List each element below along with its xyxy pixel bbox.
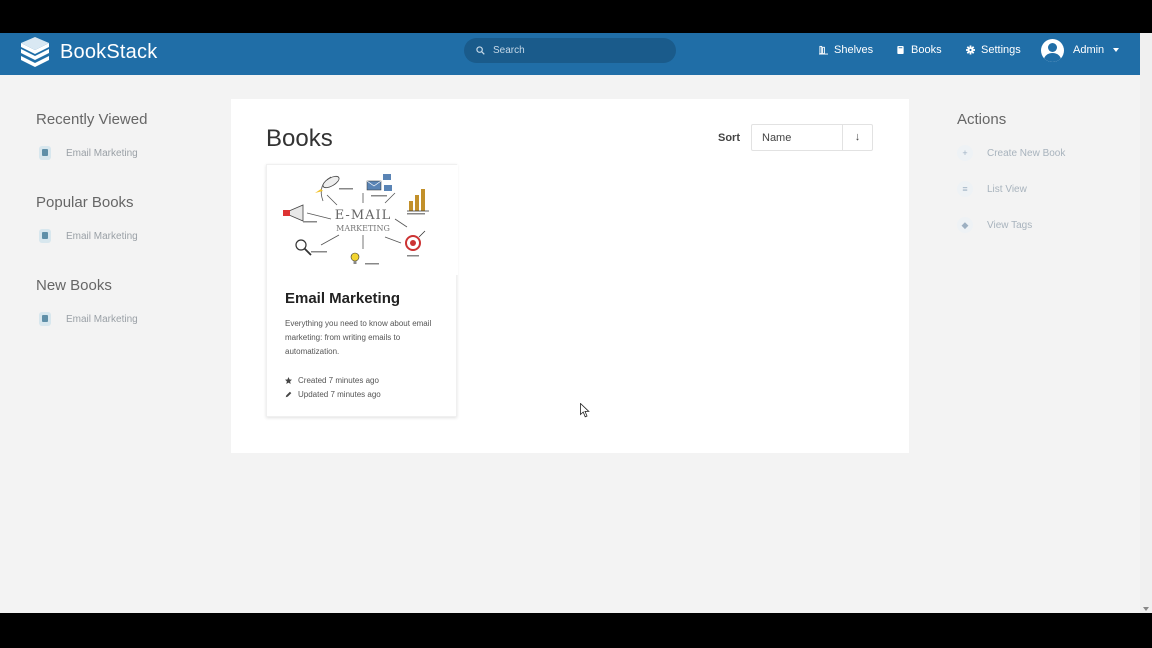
left-sidebar: Recently Viewed Email Marketing Popular … <box>36 111 216 360</box>
main-content: Books Sort Name ↓ E-MAIL MARKETING Email… <box>231 99 909 453</box>
book-created-meta: Created 7 minutes ago <box>285 376 379 385</box>
recently-viewed-item[interactable]: Email Marketing <box>36 145 216 161</box>
search-bar[interactable] <box>464 38 676 63</box>
user-name: Admin <box>1073 44 1105 56</box>
book-created-text: Created 7 minutes ago <box>298 376 379 385</box>
book-updated-meta: Updated 7 minutes ago <box>285 390 381 399</box>
new-book-item[interactable]: Email Marketing <box>36 311 216 327</box>
tag-icon: ◆ <box>957 217 973 233</box>
right-sidebar: Actions + Create New Book ≡ List View ◆ … <box>957 111 1127 253</box>
sort-select[interactable]: Name <box>751 124 843 151</box>
book-icon <box>39 146 51 160</box>
plus-icon: + <box>957 145 973 161</box>
email-marketing-cover-image: E-MAIL MARKETING <box>267 165 458 275</box>
book-updated-text: Updated 7 minutes ago <box>298 390 381 399</box>
app-name: BookStack <box>60 40 158 63</box>
recently-viewed-item-label: Email Marketing <box>66 147 138 159</box>
nav-settings[interactable]: Settings <box>966 33 1021 67</box>
shelves-icon <box>819 45 828 55</box>
list-icon: ≡ <box>957 181 973 197</box>
book-title[interactable]: Email Marketing <box>285 290 400 307</box>
page-title: Books <box>266 125 333 152</box>
new-books-title: New Books <box>36 277 112 294</box>
recently-viewed-title: Recently Viewed <box>36 111 148 128</box>
book-icon <box>897 45 904 55</box>
book-icon <box>39 312 51 326</box>
nav-settings-label: Settings <box>981 44 1021 56</box>
chevron-down-icon <box>1113 48 1120 52</box>
search-input[interactable] <box>493 45 663 56</box>
sort-label: Sort <box>718 132 740 144</box>
cover-title-2: MARKETING <box>336 224 390 233</box>
popular-books-title: Popular Books <box>36 194 134 211</box>
bookstack-logo-icon <box>21 37 49 67</box>
nav-shelves[interactable]: Shelves <box>819 33 873 67</box>
logo[interactable]: BookStack <box>18 37 157 67</box>
scroll-down-icon[interactable] <box>1143 607 1149 611</box>
book-description: Everything you need to know about email … <box>285 319 432 356</box>
actions-title: Actions <box>957 111 1007 128</box>
create-new-book-action[interactable]: + Create New Book <box>957 145 1127 161</box>
page-scrollbar[interactable] <box>1140 33 1152 613</box>
view-tags-label: View Tags <box>987 219 1033 231</box>
browser-viewport: BookStack Shelves Books <box>0 33 1140 613</box>
gear-icon <box>966 45 975 55</box>
list-view-action[interactable]: ≡ List View <box>957 181 1127 197</box>
pencil-icon <box>285 391 292 398</box>
user-menu[interactable]: Admin <box>1041 38 1120 62</box>
nav-books[interactable]: Books <box>896 33 942 67</box>
avatar <box>1041 38 1064 62</box>
star-icon <box>285 377 292 384</box>
view-tags-action[interactable]: ◆ View Tags <box>957 217 1127 233</box>
popular-book-item[interactable]: Email Marketing <box>36 228 216 244</box>
nav-books-label: Books <box>911 44 942 56</box>
sort-direction-button[interactable]: ↓ <box>842 124 873 151</box>
book-card[interactable]: E-MAIL MARKETING Email Marketing Everyth… <box>266 164 458 417</box>
mouse-cursor-icon <box>580 403 590 418</box>
create-new-book-label: Create New Book <box>987 147 1066 159</box>
book-cover: E-MAIL MARKETING <box>267 165 458 275</box>
new-book-item-label: Email Marketing <box>66 313 138 325</box>
cover-title-1: E-MAIL <box>335 208 392 223</box>
search-icon <box>476 46 485 55</box>
nav-shelves-label: Shelves <box>834 44 874 56</box>
book-icon <box>39 229 51 243</box>
list-view-label: List View <box>987 183 1027 195</box>
popular-book-item-label: Email Marketing <box>66 230 138 242</box>
top-header: BookStack Shelves Books <box>0 33 1140 75</box>
